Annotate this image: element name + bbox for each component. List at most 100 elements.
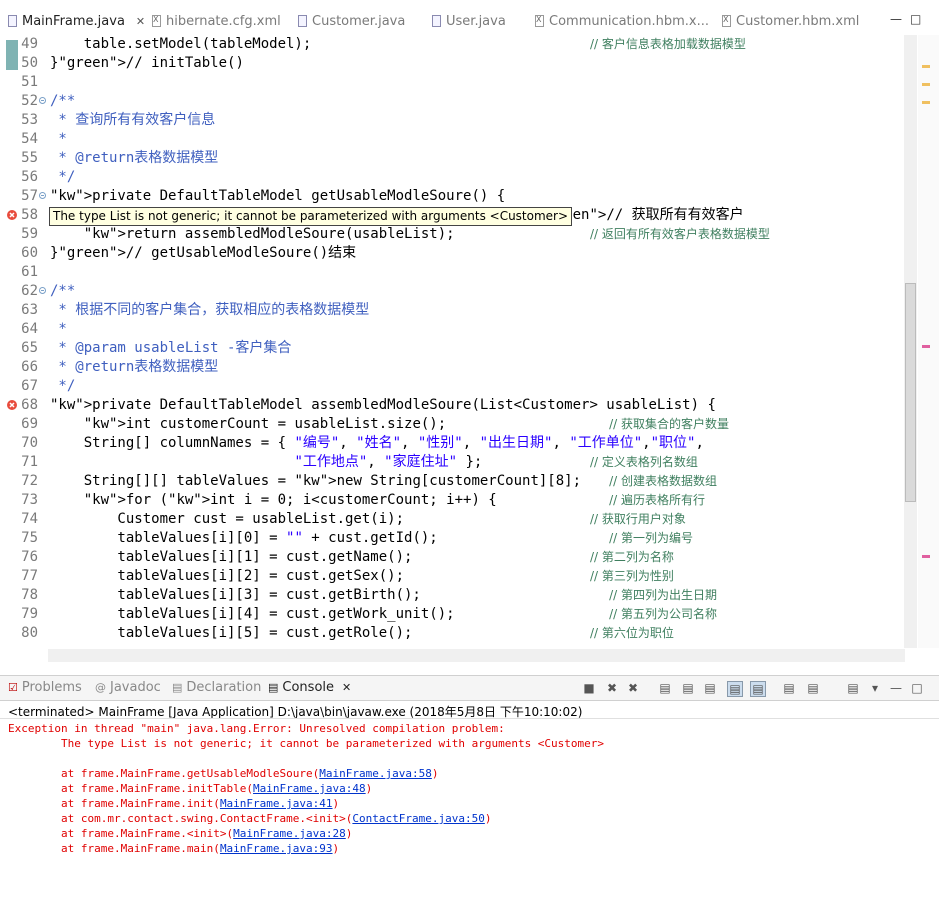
code-line: 65 * @param usableList -客户集合 [21,340,292,356]
code-line: 54 * [21,131,67,147]
error-marker-icon[interactable] [6,399,18,411]
console-output[interactable]: Exception in thread "main" java.lang.Err… [0,718,939,898]
bottom-panel-tabs: ☑ Problems @ Javadoc ▤ Declaration ▤ Con… [0,675,939,701]
code-line: 49 table.setModel(tableModel);// 客户信息表格加… [21,36,746,52]
remove-all-icon[interactable]: ✖ [626,681,640,695]
declaration-icon: ▤ [172,681,183,694]
stack-frame: at com.mr.contact.swing.ContactFrame.<in… [8,812,492,825]
code-line: 71 "工作地点", "家庭住址" };// 定义表格列名数组 [21,454,698,470]
console-line: The type List is not generic; it cannot … [8,737,605,750]
warning-marker[interactable] [922,83,930,86]
display-console-icon[interactable]: ▤ [806,681,820,695]
code-line: 52/** [21,93,76,109]
code-line: 79 tableValues[i][4] = cust.getWork_unit… [21,606,717,622]
code-line: 70 String[] columnNames = { "编号", "姓名", … [21,435,704,451]
stack-frame: at frame.MainFrame.main(MainFrame.java:9… [8,842,340,855]
code-line: 50}"green">// initTable() [21,55,244,71]
tab-user-java[interactable]: User.java [432,10,506,32]
code-line: 55 * @return表格数据模型 [21,150,219,166]
xml-file-icon [722,15,731,27]
stack-link[interactable]: ContactFrame.java:50 [352,812,484,825]
tab-declaration[interactable]: ▤ Declaration [172,680,261,695]
code-line: 66 * @return表格数据模型 [21,359,219,375]
scroll-thumb[interactable] [905,283,916,502]
overview-ruler[interactable] [918,35,939,648]
code-line: 75 tableValues[i][0] = "" + cust.getId()… [21,530,693,546]
code-line: 53 * 查询所有有效客户信息 [21,112,216,128]
tab-close-icon[interactable]: ✕ [136,15,145,28]
tab-communication-hbm[interactable]: Communication.hbm.x... [535,10,709,32]
clear-console-icon[interactable]: ▤ [658,681,672,695]
maximize-icon[interactable]: □ [910,681,924,695]
stack-frame: at frame.MainFrame.initTable(MainFrame.j… [8,782,373,795]
code-line: 51 [21,74,38,90]
scroll-lock-icon[interactable]: ▤ [681,681,695,695]
code-line: 60}"green">// getUsableModleSoure()结束 [21,245,357,261]
stack-frame: at frame.MainFrame.getUsableModleSoure(M… [8,767,439,780]
java-file-icon [432,15,441,27]
stack-link[interactable]: MainFrame.java:93 [220,842,333,855]
code-line: 57 "kw">private DefaultTableModel getUsab… [21,188,506,204]
editor-tab-bar: MainFrame.java ✕ hibernate.cfg.xml Custo… [0,0,939,36]
problems-icon: ☑ [8,681,18,694]
error-tooltip: The type List is not generic; it cannot … [49,207,573,226]
tab-problems[interactable]: ☑ Problems [8,680,82,695]
xml-file-icon [535,15,544,27]
code-line: 56 */ [21,169,76,185]
code-line: 59 "kw">return assembledModleSoure(usabl… [21,226,770,242]
show-on-stdout-icon[interactable]: ▤ [727,681,743,697]
stack-link[interactable]: MainFrame.java:41 [220,797,333,810]
code-line: 80 tableValues[i][5] = cust.getRole();//… [21,625,674,641]
code-line: 61 [21,264,38,280]
tab-hibernate-cfg[interactable]: hibernate.cfg.xml [152,10,281,32]
vertical-scrollbar[interactable] [904,35,917,648]
code-line: 77 tableValues[i][2] = cust.getSex();// … [21,568,674,584]
javadoc-icon: @ [95,681,106,694]
code-editor[interactable]: 49 table.setModel(tableModel);// 客户信息表格加… [0,35,939,667]
stack-frame: at frame.MainFrame.<init>(MainFrame.java… [8,827,353,840]
code-line: 73 "kw">for ("kw">int i = 0; i<customerC… [21,492,705,508]
java-file-icon [8,15,17,27]
error-marker-icon[interactable] [6,209,18,221]
xml-file-icon [152,15,161,27]
code-line: 74 Customer cust = usableList.get(i);// … [21,511,686,527]
warning-marker[interactable] [922,65,930,68]
horizontal-scrollbar[interactable] [48,649,905,662]
console-icon: ▤ [268,681,279,694]
console-line: Exception in thread "main" java.lang.Err… [8,722,512,735]
error-overview-marker[interactable] [922,555,930,558]
show-on-stderr-icon[interactable]: ▤ [750,681,766,697]
minimize-icon[interactable]: — [889,681,903,695]
maximize-icon[interactable]: □ [910,12,921,26]
word-wrap-icon[interactable]: ▤ [703,681,717,695]
fold-icon [39,97,46,104]
code-line: 67 */ [21,378,76,394]
error-overview-marker[interactable] [922,345,930,348]
fold-icon [39,192,46,199]
tab-mainframe-java[interactable]: MainFrame.java ✕ [8,10,145,32]
tab-javadoc[interactable]: @ Javadoc [95,680,161,695]
java-file-icon [298,15,307,27]
code-line-error: 68 "kw">private DefaultTableModel assembl… [0,396,905,415]
stack-link[interactable]: MainFrame.java:58 [319,767,432,780]
code-line: 63 * 根据不同的客户集合，获取相应的表格数据模型 [21,302,370,318]
code-line: 69 "kw">int customerCount = usableList.s… [21,416,729,432]
stack-frame: at frame.MainFrame.init(MainFrame.java:4… [8,797,340,810]
warning-marker[interactable] [922,101,930,104]
open-console-icon[interactable]: ▤ [846,681,860,695]
stack-link[interactable]: MainFrame.java:48 [253,782,366,795]
minimize-icon[interactable]: — [890,12,902,26]
tab-console[interactable]: ▤ Console ✕ [268,680,351,695]
tab-close-icon[interactable]: ✕ [342,681,351,694]
stack-link[interactable]: MainFrame.java:28 [233,827,346,840]
fold-icon [39,287,46,294]
pin-console-icon[interactable]: ▤ [782,681,796,695]
tab-customer-java[interactable]: Customer.java [298,10,405,32]
tab-customer-hbm[interactable]: Customer.hbm.xml [722,10,859,32]
view-menu-icon[interactable]: ▾ [868,681,882,695]
remove-launch-icon[interactable]: ✖ [605,681,619,695]
terminate-icon[interactable]: ■ [582,681,596,695]
code-line: 72 String[][] tableValues = "kw">new Str… [21,473,717,489]
code-line: 76 tableValues[i][1] = cust.getName();//… [21,549,674,565]
code-line: 64 * [21,321,67,337]
